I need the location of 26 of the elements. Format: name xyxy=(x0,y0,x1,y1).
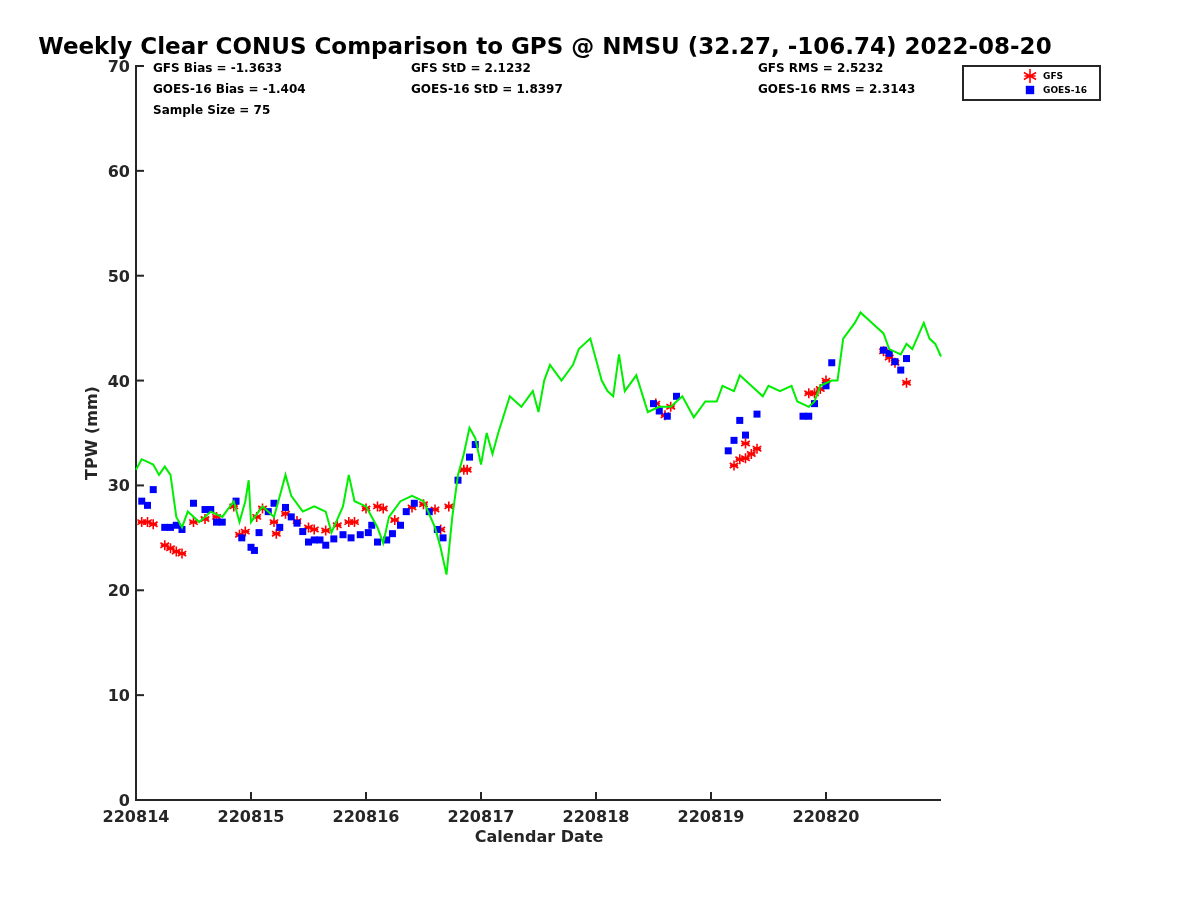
stat-text: GFS Bias = -1.3633 xyxy=(153,61,283,75)
tick-label: 30 xyxy=(107,476,130,496)
axis-label: Calendar Date xyxy=(474,827,604,846)
tick-label: 220820 xyxy=(792,807,860,826)
legend-label: GFS xyxy=(1043,71,1064,81)
tick-label: 60 xyxy=(107,161,130,181)
stat-text: GFS StD = 2.1232 xyxy=(411,61,531,75)
stat-text: Sample Size = 75 xyxy=(153,103,271,117)
tick-label: 220814 xyxy=(102,807,170,826)
stat-text: GFS RMS = 2.5232 xyxy=(758,61,884,75)
legend-label: GOES-16 xyxy=(1043,85,1087,95)
stat-text: GOES-16 StD = 1.8397 xyxy=(411,82,563,96)
chart-title: Weekly Clear CONUS Comparison to GPS @ NMSU (32.27, -106.74) 2022-08-20 xyxy=(38,33,1052,59)
stat-text: GOES-16 Bias = -1.404 xyxy=(153,82,306,96)
tick-label: 50 xyxy=(107,266,130,286)
tick-label: 220816 xyxy=(332,807,400,826)
tick-label: 220815 xyxy=(217,807,285,826)
axis-label: TPW (mm) xyxy=(82,386,101,480)
stat-text: GOES-16 RMS = 2.3143 xyxy=(758,82,916,96)
tick-label: 220817 xyxy=(447,807,515,826)
tick-label: 40 xyxy=(107,371,130,391)
tick-label: 220819 xyxy=(677,807,745,826)
tick-label: 10 xyxy=(107,686,130,706)
tick-label: 0 xyxy=(118,791,130,810)
tick-label: 220818 xyxy=(562,807,630,826)
tick-label: 20 xyxy=(107,581,130,601)
